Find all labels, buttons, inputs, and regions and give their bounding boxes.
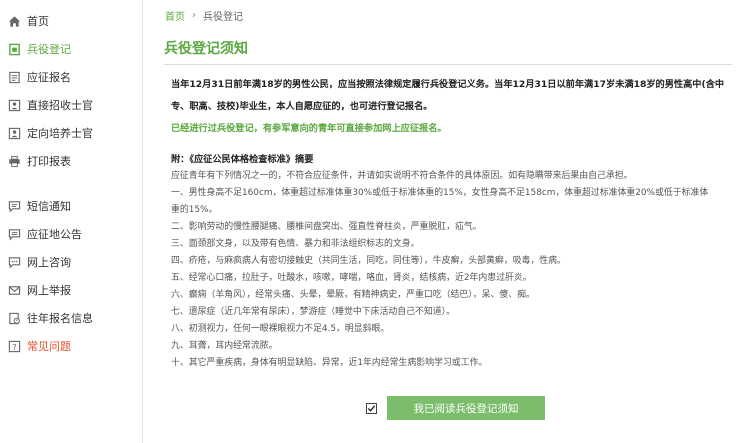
main-content: 首页 › 兵役登记 兵役登记须知 当年12月31日前年满18岁的男性公民，应当按… bbox=[144, 0, 742, 443]
chat-icon bbox=[8, 256, 21, 269]
agree-checkbox[interactable] bbox=[366, 402, 377, 414]
page-title: 兵役登记须知 bbox=[164, 41, 248, 57]
sidebar-item-print-report[interactable]: 打印报表 bbox=[8, 150, 71, 172]
notice-line: 一、男性身高不足160cm，体重超过标准体重30%或低于标准体重的15%，女性身… bbox=[171, 188, 709, 198]
breadcrumb-current: 兵役登记 bbox=[203, 12, 243, 23]
notice-line: 二、影响劳动的慢性腰腿痛、腰椎间盘突出、强直性脊柱炎，严重脱肛，疝气。 bbox=[171, 222, 482, 232]
register-icon bbox=[8, 43, 21, 56]
registration-notice: 当年12月31日前年满18岁的男性公民，应当按照法律规定履行兵役登记义务。当年1… bbox=[171, 74, 733, 372]
sidebar-item-enlistment-signup[interactable]: 应征报名 bbox=[8, 66, 71, 88]
breadcrumb-home-link[interactable]: 首页 bbox=[165, 8, 185, 23]
notice-line: 应征青年有下列情况之一的，不符合应征条件，并请如实说明不符合条件的具体原因。如有… bbox=[171, 171, 633, 181]
home-icon bbox=[8, 15, 21, 28]
sidebar-item-past-registration[interactable]: 往年报名信息 bbox=[8, 307, 93, 329]
notice-line: 四、疥疮，与麻疯病人有密切接触史（共同生活，同吃，同住等），牛皮癣，头部黄癣，吸… bbox=[171, 256, 566, 266]
sidebar: 首页 兵役登记 应征报名 直接招收士官 定向培养士官 打印报表 短信通知 应征地… bbox=[0, 0, 143, 443]
title-divider bbox=[164, 64, 732, 65]
svg-text:?: ? bbox=[12, 341, 16, 351]
history-icon bbox=[8, 312, 21, 325]
notice-intro-line2: 专、职高、技校)毕业生，本人自愿应征的，也可进行登记报名。 bbox=[171, 101, 433, 112]
notice-line: 七、遗尿症（近几年常有尿床），梦游症（睡觉中下床活动自己不知道）。 bbox=[171, 307, 455, 317]
notice-line: 六、癫痫（羊角风），经常头痛、头晕，晕厥，有精神病史，严重口吃（结巴），呆、傻、… bbox=[171, 290, 535, 300]
notice-green-note: 已经进行过兵役登记，有参军意向的青年可直接参加网上应征报名。 bbox=[171, 123, 447, 134]
breadcrumb: 首页 › 兵役登记 bbox=[165, 8, 243, 23]
agree-read-notice-button[interactable]: 我已阅读兵役登记须知 bbox=[387, 396, 545, 420]
sidebar-item-label: 直接招收士官 bbox=[27, 99, 93, 112]
sidebar-item-faq[interactable]: ? 常见问题 bbox=[8, 335, 71, 357]
sidebar-item-label: 网上咨询 bbox=[27, 256, 71, 269]
sidebar-item-label: 应征地公告 bbox=[27, 228, 82, 241]
sidebar-item-label: 应征报名 bbox=[27, 71, 71, 84]
sidebar-item-military-registration[interactable]: 兵役登记 bbox=[8, 38, 71, 60]
notice-line: 重的15%。 bbox=[171, 205, 218, 215]
breadcrumb-separator: › bbox=[192, 10, 196, 21]
sidebar-item-label: 常见问题 bbox=[27, 340, 71, 353]
mail-icon bbox=[8, 284, 21, 297]
bulletin-icon bbox=[8, 228, 21, 241]
sidebar-item-label: 往年报名信息 bbox=[27, 312, 93, 325]
agree-row: 我已阅读兵役登记须知 bbox=[366, 396, 545, 420]
sidebar-item-online-consult[interactable]: 网上咨询 bbox=[8, 251, 71, 273]
notice-intro-line1: 当年12月31日前年满18岁的男性公民，应当按照法律规定履行兵役登记义务。当年1… bbox=[171, 79, 725, 90]
notice-line: 三、面颈部文身，以及带有色情、暴力和非法组织标志的文身。 bbox=[171, 239, 420, 249]
notice-line: 十、其它严重疾病，身体有明显缺陷、异常，近1年内经常生病影响学习或工作。 bbox=[171, 358, 488, 368]
notice-line: 八、初测视力，任何一眼裸眼视力不足4.5，明显斜眼。 bbox=[171, 324, 390, 334]
message-icon bbox=[8, 200, 21, 213]
sidebar-item-label: 首页 bbox=[27, 15, 49, 28]
sidebar-item-local-bulletin[interactable]: 应征地公告 bbox=[8, 223, 82, 245]
appendix-title: 附：《应征公民体格检查标准》摘要 bbox=[171, 154, 314, 165]
sidebar-item-label: 网上举报 bbox=[27, 284, 71, 297]
question-icon: ? bbox=[8, 340, 21, 353]
sidebar-item-label: 定向培养士官 bbox=[27, 127, 93, 140]
sidebar-item-label: 打印报表 bbox=[27, 155, 71, 168]
sidebar-item-home[interactable]: 首页 bbox=[8, 10, 49, 32]
sidebar-item-sms-notice[interactable]: 短信通知 bbox=[8, 195, 71, 217]
id-card-icon bbox=[8, 99, 21, 112]
sidebar-item-directed-nco-training[interactable]: 定向培养士官 bbox=[8, 122, 93, 144]
notice-line: 五、经常心口痛，拉肚子，吐酸水，咳嗽，哮喘，咯血，肾炎，结核病，近2年内患过肝炎… bbox=[171, 273, 532, 283]
form-icon bbox=[8, 71, 21, 84]
checkmark-icon bbox=[367, 404, 376, 412]
sidebar-item-label: 兵役登记 bbox=[27, 43, 71, 56]
sidebar-item-online-report[interactable]: 网上举报 bbox=[8, 279, 71, 301]
notice-line: 九、耳聋，耳内经常流脓。 bbox=[171, 341, 278, 351]
id-card-icon bbox=[8, 127, 21, 140]
printer-icon bbox=[8, 155, 21, 168]
sidebar-item-direct-nco-recruit[interactable]: 直接招收士官 bbox=[8, 94, 93, 116]
sidebar-item-label: 短信通知 bbox=[27, 200, 71, 213]
